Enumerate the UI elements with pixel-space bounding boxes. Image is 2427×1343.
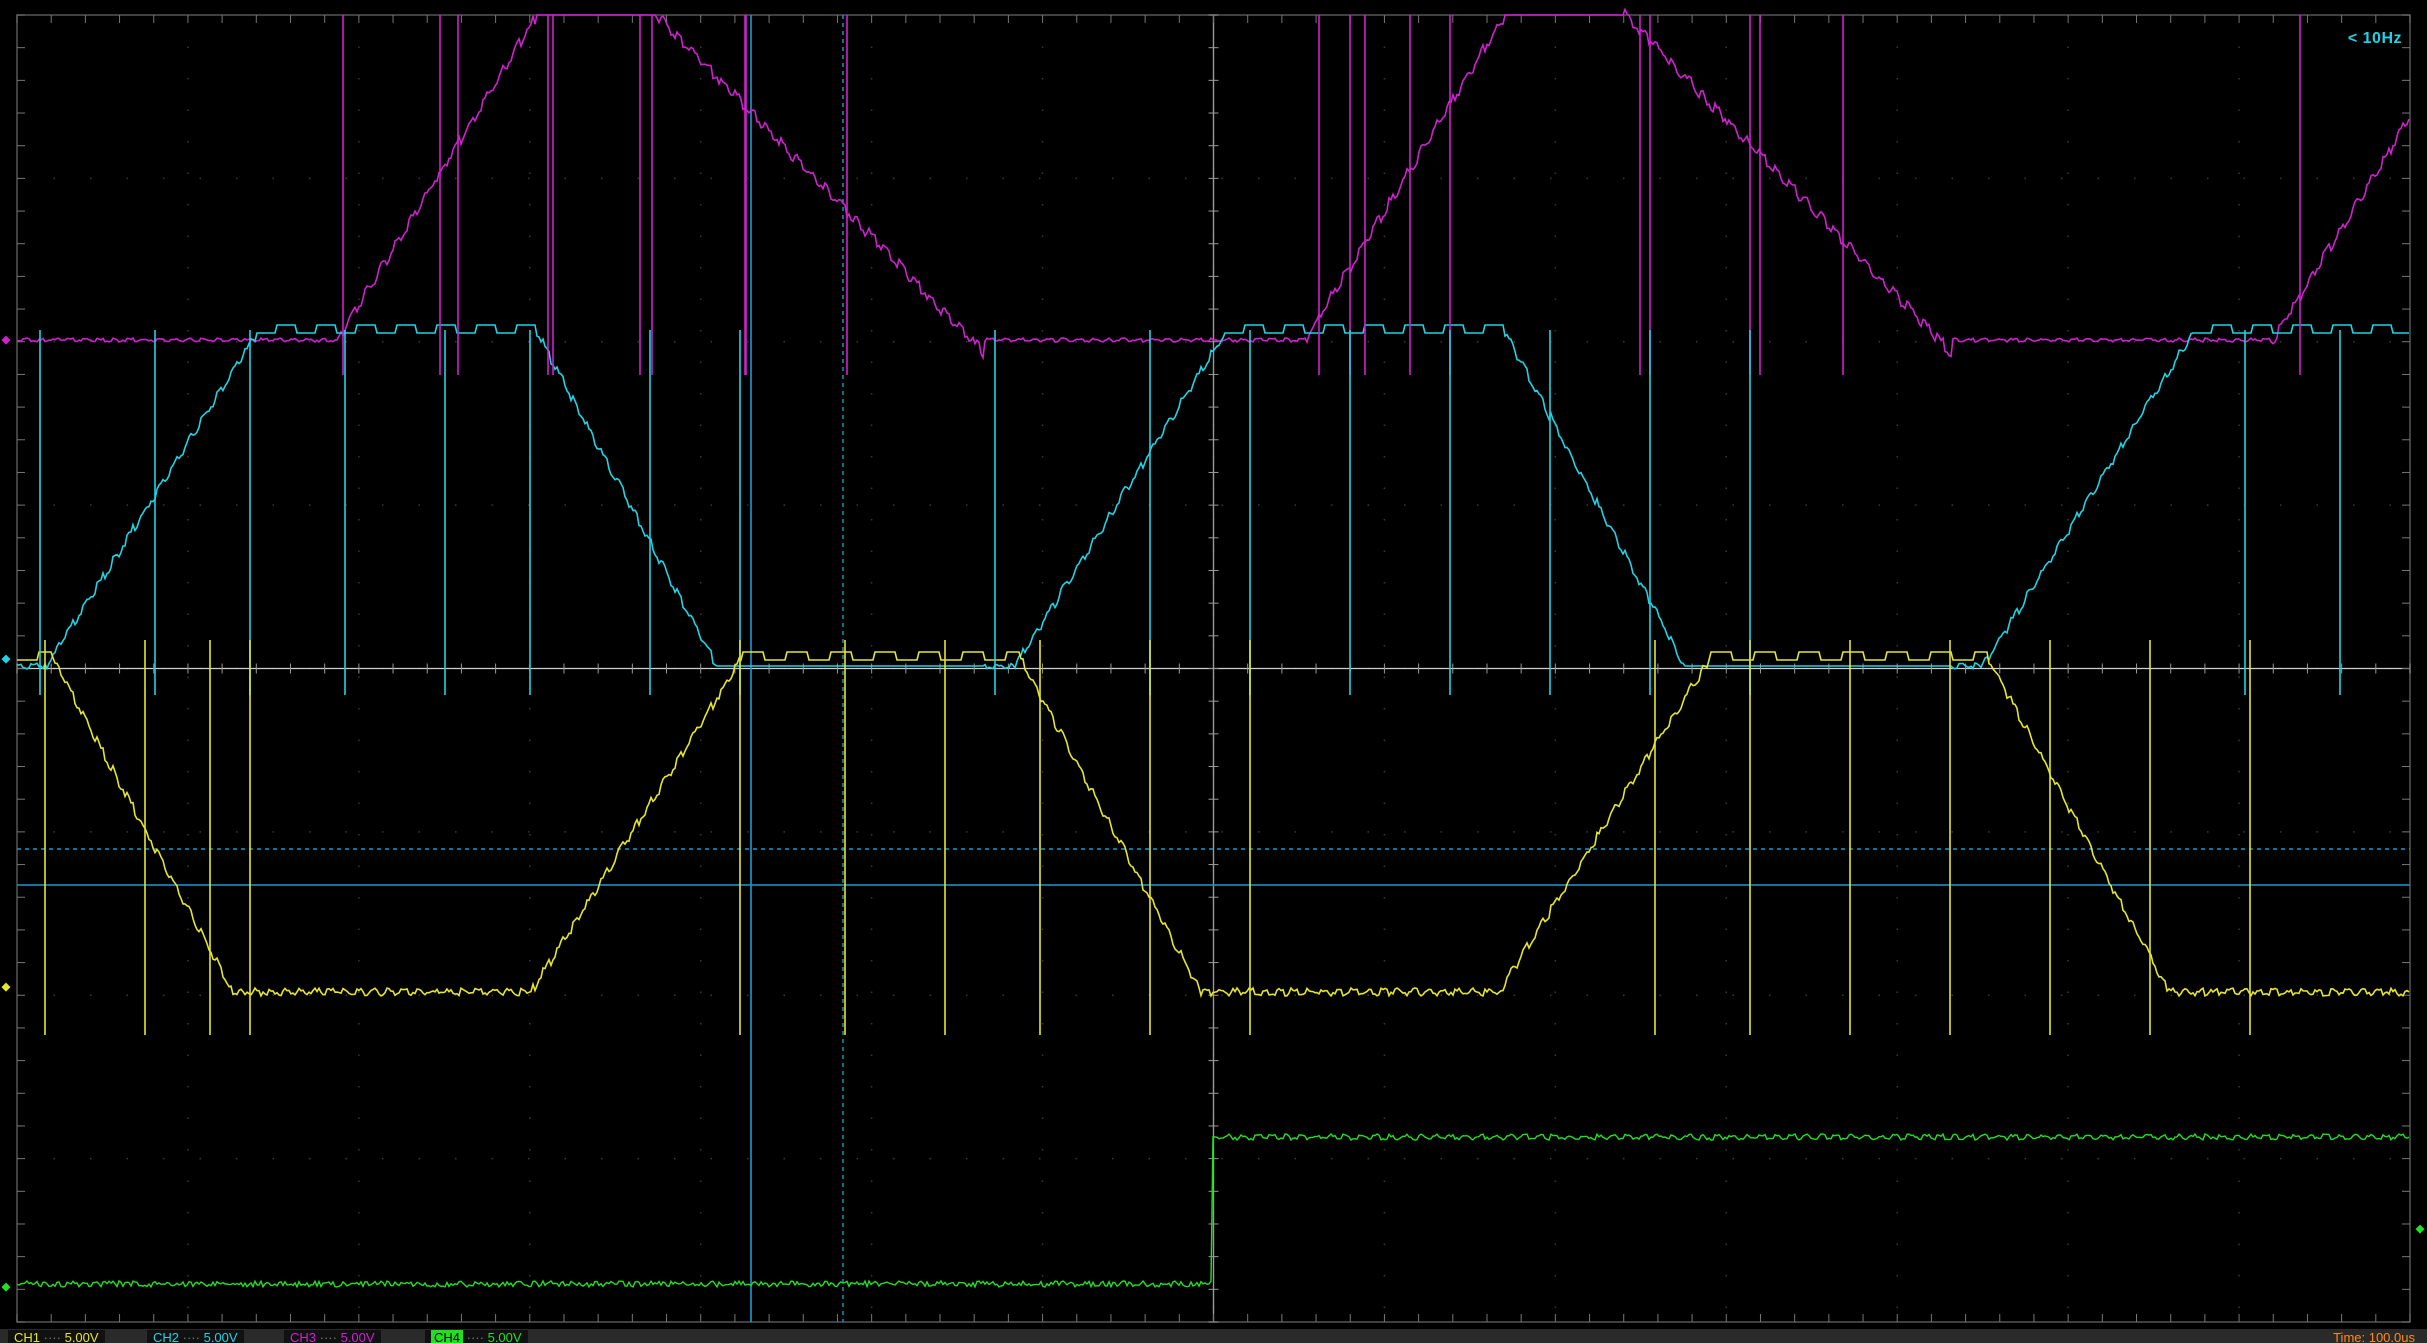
ch1-scale: 5.00V (64, 1330, 99, 1343)
ch4-scale-box[interactable]: CH4 ···· 5.00V (425, 1330, 528, 1343)
ch4-label: CH4 (431, 1330, 464, 1343)
ch4-scale: 5.00V (487, 1330, 522, 1343)
ch3-scale: 5.00V (340, 1330, 375, 1343)
ch2-label: CH2 (153, 1330, 180, 1343)
waveform-screen[interactable] (0, 0, 2427, 1343)
trigger-level-marker[interactable]: ◆ (2414, 1223, 2426, 1235)
ch3-label: CH3 (290, 1330, 317, 1343)
ch3-scale-box[interactable]: CH3 ···· 5.00V (284, 1330, 381, 1343)
ch4-level-marker[interactable]: ◆ (0, 1281, 12, 1293)
ch3-level-marker[interactable]: ◆ (0, 334, 12, 346)
frequency-readout: < 10Hz (2347, 30, 2402, 47)
ch1-level-marker[interactable]: ◆ (0, 981, 12, 993)
oscilloscope-display: < 10Hz ◆ ◆ ◆ ◆ ◆ (0, 0, 2427, 1343)
status-bar: CH1 ···· 5.00V CH2 ···· 5.00V CH3 ···· 5… (0, 1329, 2427, 1343)
ch2-level-marker[interactable]: ◆ (0, 653, 12, 665)
ch1-label: CH1 (14, 1330, 41, 1343)
ch2-scale-box[interactable]: CH2 ···· 5.00V (147, 1330, 244, 1343)
ch2-scale: 5.00V (203, 1330, 238, 1343)
timebase-readout: Time: 100.0us (2333, 1330, 2415, 1343)
ch1-scale-box[interactable]: CH1 ···· 5.00V (8, 1330, 105, 1343)
